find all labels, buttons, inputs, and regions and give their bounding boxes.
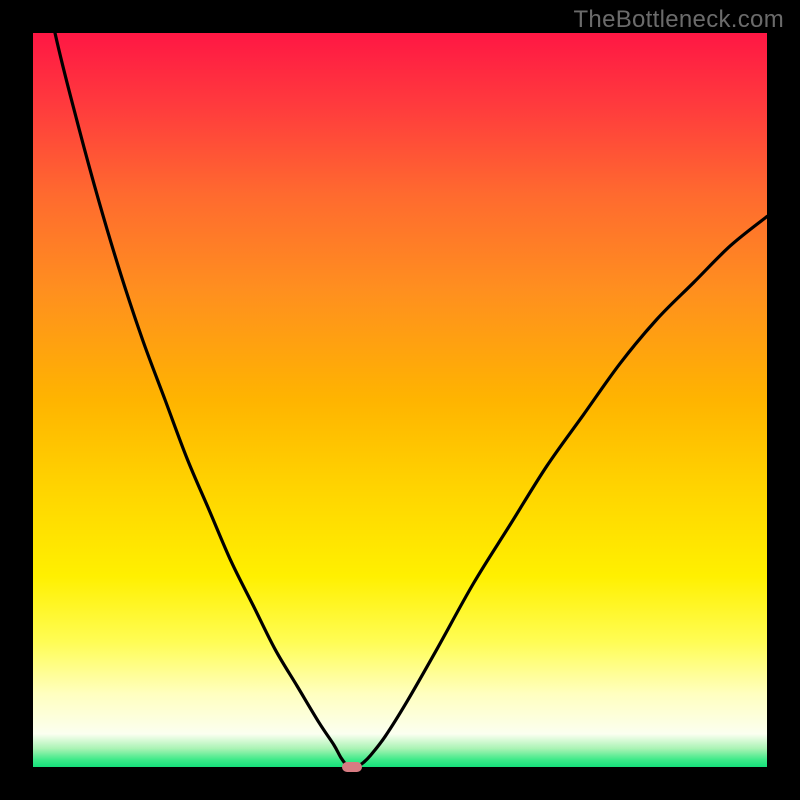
plot-area bbox=[33, 33, 767, 767]
watermark-text: TheBottleneck.com bbox=[573, 6, 784, 34]
curve-layer bbox=[33, 33, 767, 767]
bottleneck-curve-path bbox=[33, 33, 767, 767]
minimum-marker bbox=[342, 762, 362, 772]
chart-stage: TheBottleneck.com bbox=[0, 0, 800, 800]
